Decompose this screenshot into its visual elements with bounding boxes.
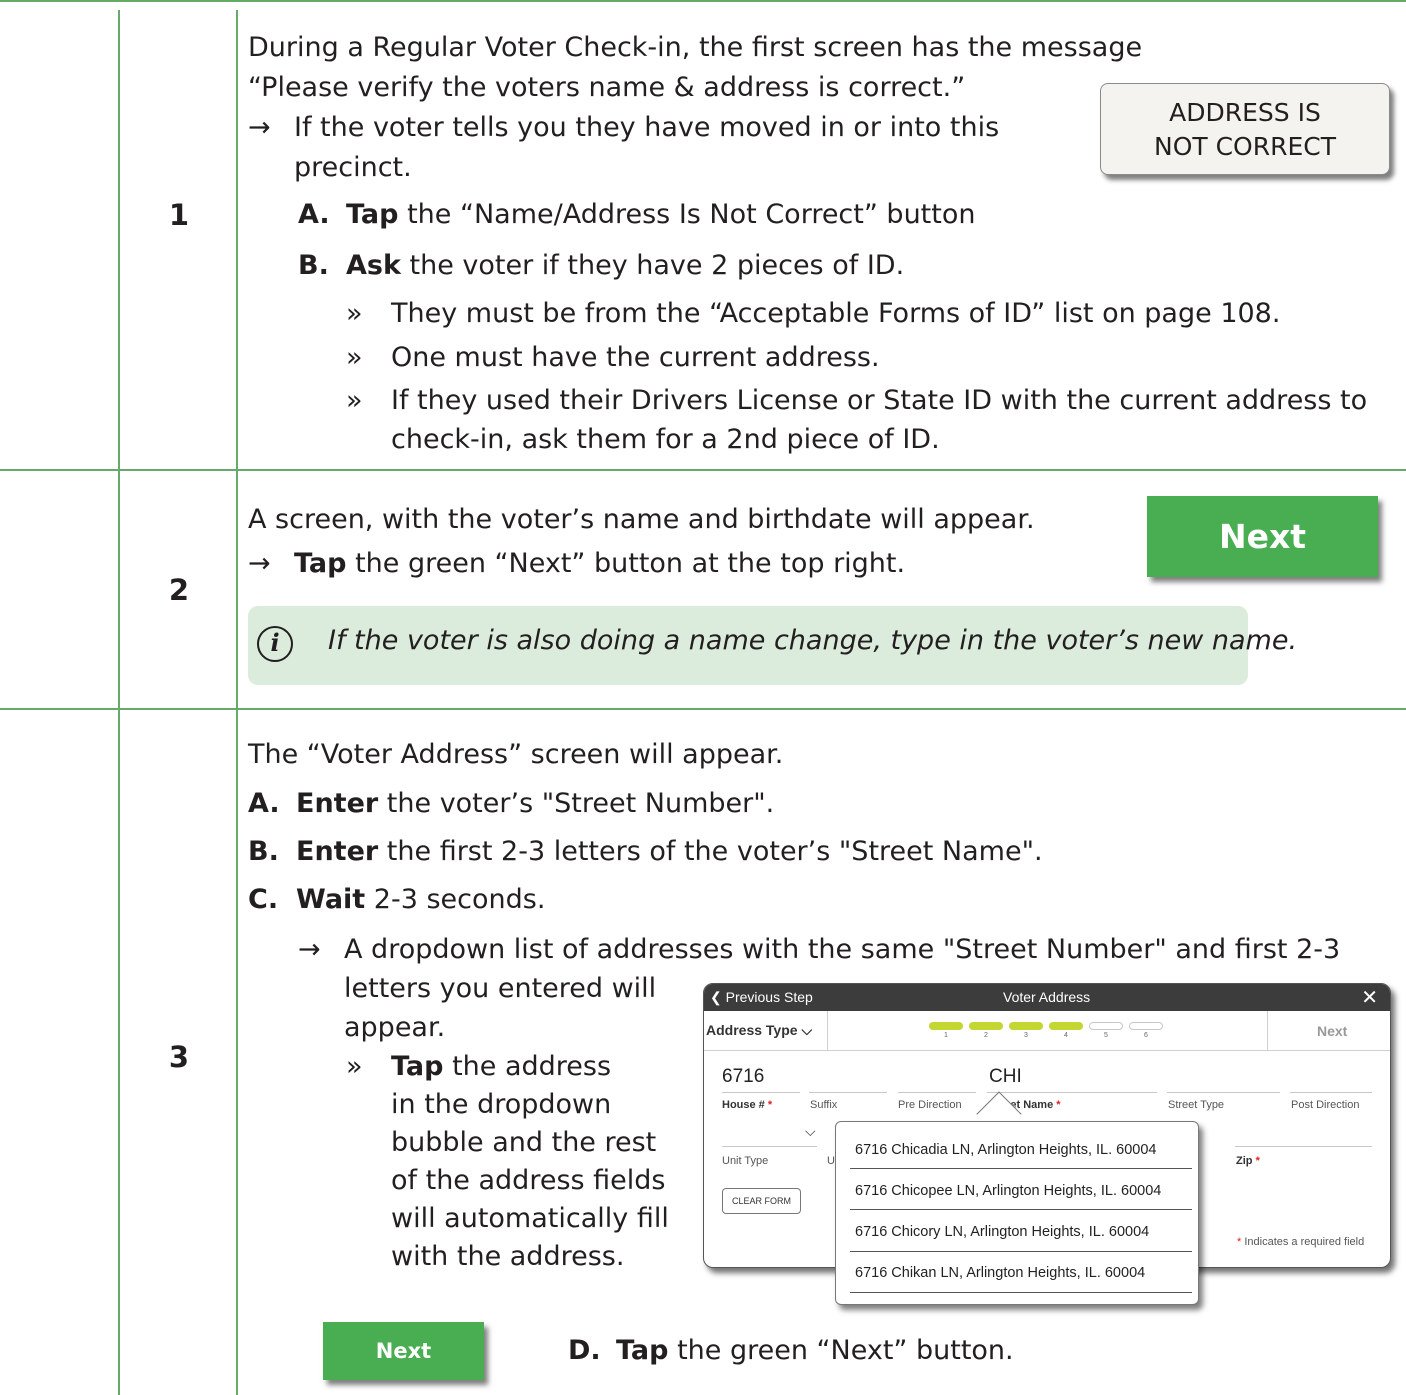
step3-sub-bullet: » Tap the address xyxy=(346,1049,611,1085)
progress-step-4 xyxy=(1049,1022,1083,1030)
step1-item-b: B. Ask the voter if they have 2 pieces of… xyxy=(298,250,905,281)
unit-type-label: Unit Type xyxy=(722,1155,769,1167)
dropdown-option[interactable]: 6716 Chikan LN, Arlington Heights, IL. 6… xyxy=(855,1265,1145,1281)
step1-message: “Please verify the voters name & address… xyxy=(248,72,966,103)
progress-step-number: 6 xyxy=(1144,1032,1148,1039)
info-callout: i If the voter is also doing a name chan… xyxy=(248,606,1297,685)
previous-step-button[interactable]: ❮ Previous Step xyxy=(710,989,813,1006)
suffix-label: Suffix xyxy=(810,1099,838,1111)
step3-intro: The “Voter Address” screen will appear. xyxy=(248,739,784,770)
progress-step-number: 5 xyxy=(1104,1032,1108,1039)
step-number: 1 xyxy=(168,198,190,232)
progress-step-number: 1 xyxy=(944,1032,948,1039)
bullet-item: » One must have the current address. xyxy=(346,340,880,376)
step1-arrow-line: → If the voter tells you they have moved … xyxy=(248,110,999,146)
step3-item-a: A. Enter the voter’s "Street Number". xyxy=(248,788,775,819)
unit-label: U xyxy=(827,1155,835,1167)
step3-sub-cont: bubble and the rest xyxy=(391,1127,657,1158)
zip-label: Zip * xyxy=(1236,1155,1260,1167)
step1-item-a: A. Tap the “Name/Address Is Not Correct” … xyxy=(298,199,976,230)
table-top-rule xyxy=(0,0,1406,2)
toolbar-divider xyxy=(827,1011,828,1051)
row-divider xyxy=(0,469,1406,471)
clear-form-button[interactable]: CLEAR FORM xyxy=(722,1188,801,1214)
arrow-icon: → xyxy=(298,934,321,965)
chevron-down-icon: ⌵ xyxy=(801,1022,813,1038)
close-icon[interactable]: ✕ xyxy=(1361,985,1378,1010)
next-button[interactable]: Next xyxy=(323,1322,484,1380)
progress-step-2 xyxy=(969,1022,1003,1030)
bullet-icon: » xyxy=(346,298,363,329)
post-direction-label: Post Direction xyxy=(1291,1099,1360,1111)
bullet-item: » If they used their Drivers License or S… xyxy=(346,383,1367,419)
step3-item-c: C. Wait 2-3 seconds. xyxy=(248,884,546,915)
toolbar-next-button[interactable]: Next xyxy=(1317,1023,1347,1039)
step3-arrow-cont: letters you entered will xyxy=(344,973,657,1004)
step3-sub-cont: in the dropdown xyxy=(391,1089,612,1120)
info-icon: i xyxy=(257,626,293,662)
progress-step-3 xyxy=(1009,1022,1043,1030)
step-number: 3 xyxy=(168,1040,190,1074)
progress-step-number: 3 xyxy=(1024,1032,1028,1039)
screen-toolbar: Address Type ⌵ 1 2 3 4 5 6 Next xyxy=(704,1011,1390,1051)
next-button[interactable]: Next xyxy=(1147,496,1378,577)
progress-step-6 xyxy=(1129,1022,1163,1030)
dropdown-option[interactable]: 6716 Chicadia LN, Arlington Heights, IL.… xyxy=(855,1142,1156,1158)
address-dropdown: 6716 Chicadia LN, Arlington Heights, IL.… xyxy=(835,1121,1199,1305)
step3-item-b: B. Enter the first 2-3 letters of the vot… xyxy=(248,836,1043,867)
step1-intro: During a Regular Voter Check-in, the fir… xyxy=(248,32,1143,63)
bullet-icon: » xyxy=(346,342,363,373)
dropdown-option[interactable]: 6716 Chicopee LN, Arlington Heights, IL.… xyxy=(855,1183,1161,1199)
chevron-down-icon[interactable]: ⌵ xyxy=(805,1123,816,1140)
step3-arrow-line: → A dropdown list of addresses with the s… xyxy=(298,932,1340,968)
bullet-icon: » xyxy=(346,385,363,416)
house-number-input[interactable]: 6716 xyxy=(722,1066,764,1088)
toolbar-divider xyxy=(1267,1011,1268,1051)
step1-arrow-line-cont: precinct. xyxy=(294,152,412,183)
house-number-label: House # * xyxy=(722,1099,773,1111)
step-number: 2 xyxy=(168,573,190,607)
step3-arrow-cont: appear. xyxy=(344,1012,446,1043)
bullet-icon: » xyxy=(346,1051,363,1082)
step3-sub-cont: will automatically fill xyxy=(391,1203,669,1234)
progress-step-number: 4 xyxy=(1064,1032,1068,1039)
arrow-icon: → xyxy=(248,548,271,579)
step3-sub-cont: of the address fields xyxy=(391,1165,666,1196)
dropdown-option[interactable]: 6716 Chicory LN, Arlington Heights, IL. … xyxy=(855,1224,1149,1240)
info-text: If the voter is also doing a name change… xyxy=(328,625,1298,656)
step3-item-d: D. Tap the green “Next” button. xyxy=(568,1335,1014,1366)
step2-intro: A screen, with the voter’s name and birt… xyxy=(248,504,1035,535)
street-name-input[interactable]: CHI xyxy=(989,1066,1022,1088)
pre-direction-label: Pre Direction xyxy=(898,1099,962,1111)
address-type-dropdown[interactable]: Address Type ⌵ xyxy=(706,1022,812,1039)
progress-step-number: 2 xyxy=(984,1032,988,1039)
bullet-item-cont: check-in, ask them for a 2nd piece of ID… xyxy=(391,424,940,455)
progress-step-5 xyxy=(1089,1022,1123,1030)
screen-header: ❮ Previous Step Voter Address ✕ xyxy=(704,984,1390,1011)
bullet-item: » They must be from the “Acceptable Forms… xyxy=(346,296,1280,332)
step2-arrow-line: → Tap the green “Next” button at the top … xyxy=(248,546,905,582)
progress-step-1 xyxy=(929,1022,963,1030)
screen-title: Voter Address xyxy=(1003,989,1091,1005)
required-field-note: * Indicates a required field xyxy=(1237,1236,1365,1248)
arrow-icon: → xyxy=(248,112,271,143)
address-not-correct-button[interactable]: ADDRESS IS NOT CORRECT xyxy=(1100,83,1390,175)
step3-sub-cont: with the address. xyxy=(391,1241,625,1272)
row-divider xyxy=(0,708,1406,710)
chevron-left-icon: ❮ xyxy=(710,989,722,1005)
street-type-label: Street Type xyxy=(1168,1099,1225,1111)
